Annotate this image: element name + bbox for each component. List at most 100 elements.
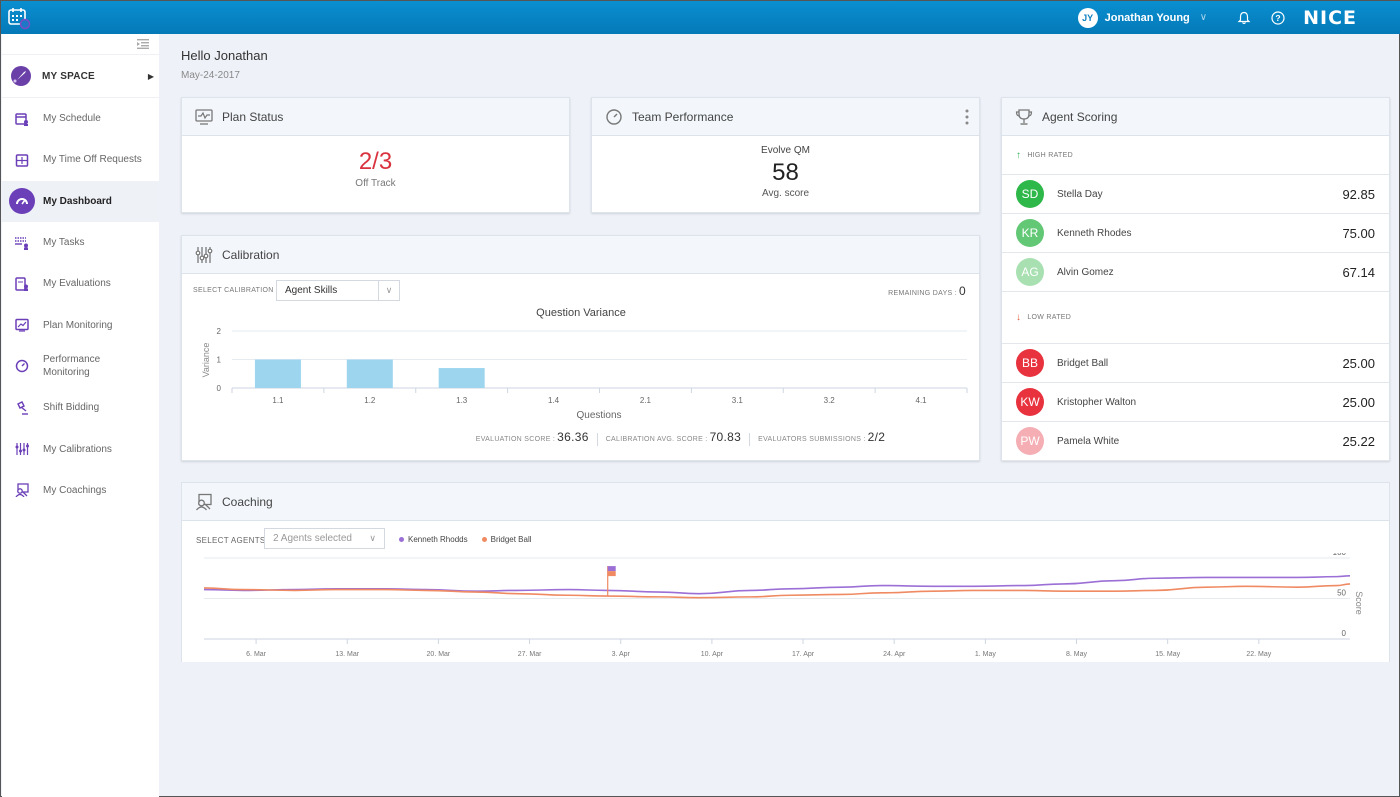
y-tick-label: 50	[1337, 589, 1346, 598]
sidebar-item-label: My Evaluations	[43, 278, 111, 290]
sidebar-item-my-time-off-requests[interactable]: My Time Off Requests	[2, 139, 159, 180]
sidebar-item-label: My Time Off Requests	[43, 154, 142, 166]
calibration-selected-value: Agent Skills	[285, 285, 338, 296]
bar[interactable]	[438, 368, 485, 388]
y-tick-label: 0	[217, 384, 222, 393]
calendar-clock-icon[interactable]	[7, 6, 31, 30]
team-performance-source: Evolve QM	[761, 145, 810, 156]
card-title: Plan Status	[222, 109, 284, 124]
agent-name: Bridget Ball	[1057, 357, 1109, 369]
evaluation-score: EVALUATION SCORE :36.36	[475, 430, 589, 444]
sliders-icon	[15, 443, 29, 456]
arrow-down-icon: ↓	[1016, 312, 1022, 323]
agent-score: 25.00	[1342, 394, 1375, 410]
agent-score: 67.14	[1342, 264, 1375, 280]
sidebar-item-label: My Schedule	[43, 113, 101, 125]
agent-scoring-card: Agent Scoring ↑ HIGH RATED SD Stella Day 9…	[1001, 97, 1390, 461]
sidebar-item-label: Performance Monitoring	[43, 354, 101, 379]
coaching-score-chart: 6. Mar 13. Mar 20. Mar 27. Mar 3. Apr 10. Apr…	[203, 553, 1364, 658]
x-tick-label: 3. Apr	[612, 651, 631, 658]
agent-avatar: KW	[1016, 388, 1044, 416]
svg-text:?: ?	[1275, 13, 1280, 23]
series-line-1[interactable]	[203, 583, 1351, 599]
more-options-icon[interactable]	[965, 109, 969, 125]
user-name[interactable]: Jonathan Young	[1105, 12, 1190, 24]
evaluators-submissions: EVALUATORS SUBMISSIONS :2/2	[758, 430, 886, 444]
bell-icon[interactable]	[1237, 11, 1251, 25]
sidebar-item-my-dashboard[interactable]: My Dashboard	[2, 180, 159, 222]
sidebar-item-my-schedule[interactable]: My Schedule	[2, 98, 159, 139]
chevron-down-icon[interactable]: ∨	[369, 533, 376, 544]
series-line-0[interactable]	[203, 575, 1351, 595]
performance-gauge-icon	[15, 360, 29, 373]
x-axis-title: Questions	[576, 410, 621, 421]
y-axis-title: Variance	[201, 343, 211, 378]
flag-marker[interactable]	[607, 566, 616, 572]
agent-row[interactable]: PW Pamela White 25.22	[1002, 422, 1389, 461]
my-space-label: MY SPACE	[42, 70, 95, 82]
legend-swatch	[481, 537, 487, 542]
bar[interactable]	[346, 359, 393, 389]
brand-logo: NICE	[1303, 6, 1357, 29]
team-performance-card: Team Performance Evolve QM 58 Avg. score	[591, 97, 980, 213]
select-calibration-label: SELECT CALIBRATION	[193, 287, 274, 294]
calibration-stats: EVALUATION SCORE :36.36 CALIBRATION AVG. …	[182, 430, 979, 446]
legend-item[interactable]: Kenneth Rhodds	[399, 535, 468, 544]
collapse-sidebar-icon[interactable]	[137, 39, 149, 49]
sidebar-item-plan-monitoring[interactable]: Plan Monitoring	[2, 304, 159, 345]
chart-legend: Kenneth Rhodds Bridget Ball	[399, 535, 546, 544]
high-rated-label: HIGH RATED	[1027, 151, 1073, 159]
agent-row[interactable]: AG Alvin Gomez 67.14	[1002, 253, 1389, 292]
agent-avatar: AG	[1016, 258, 1044, 286]
card-title: Team Performance	[632, 109, 734, 124]
sidebar-item-my-calibrations[interactable]: My Calibrations	[2, 428, 159, 469]
sidebar-item-label: Plan Monitoring	[43, 319, 113, 331]
sidebar-item-my-evaluations[interactable]: My Evaluations	[2, 263, 159, 304]
sidebar-item-label: My Coachings	[43, 484, 107, 496]
x-tick-label: 6. Mar	[246, 651, 267, 658]
card-header: Agent Scoring	[1002, 98, 1389, 136]
chevron-down-icon[interactable]: ∨	[378, 281, 399, 300]
sidebar-item-performance-monitoring[interactable]: Performance Monitoring	[2, 346, 159, 387]
agent-row[interactable]: KR Kenneth Rhodes 75.00	[1002, 214, 1389, 253]
agent-row[interactable]: BB Bridget Ball 25.00	[1002, 344, 1389, 383]
x-tick-label: 17. Apr	[792, 651, 815, 658]
y-tick-label: 100	[1333, 553, 1347, 557]
agent-row[interactable]: KW Kristopher Walton 25.00	[1002, 383, 1389, 422]
sidebar-nav: My Schedule My Time Off Requests My Dash…	[2, 98, 159, 511]
legend-item[interactable]: Bridget Ball	[481, 535, 532, 544]
time-off-icon	[15, 154, 29, 167]
sidebar-item-label: My Dashboard	[43, 195, 112, 207]
flag-marker[interactable]	[607, 571, 616, 577]
x-tick-label: 1.1	[272, 396, 284, 405]
x-tick-label: 4.1	[916, 396, 928, 405]
sidebar-item-my-tasks[interactable]: My Tasks	[2, 222, 159, 263]
sliders-icon	[195, 246, 213, 263]
x-tick-label: 2.1	[640, 396, 652, 405]
sidebar-item-shift-bidding[interactable]: Shift Bidding	[2, 387, 159, 428]
tasks-icon	[15, 236, 28, 250]
x-tick-label: 15. May	[1155, 651, 1180, 658]
agent-row[interactable]: SD Stella Day 92.85	[1002, 175, 1389, 214]
coaching-icon	[15, 483, 29, 498]
agent-avatar: PW	[1016, 427, 1044, 455]
card-header: Plan Status	[182, 98, 569, 136]
plan-status-value[interactable]: 2/3	[182, 148, 569, 176]
agents-select[interactable]: 2 Agents selected ∨	[264, 528, 385, 549]
sidebar-item-my-coachings[interactable]: My Coachings	[2, 470, 159, 511]
low-rated-section: ↓ LOW RATED	[1002, 292, 1389, 344]
sidebar-item-label: Shift Bidding	[43, 402, 100, 414]
card-title: Coaching	[222, 494, 273, 509]
plan-status-label: Off Track	[355, 178, 396, 189]
bar[interactable]	[254, 359, 301, 389]
calibration-select[interactable]: Agent Skills ∨	[276, 280, 400, 301]
chevron-down-icon[interactable]: ∨	[1200, 12, 1207, 23]
my-space-menu[interactable]: MY SPACE ▶	[2, 54, 159, 98]
calibration-card: Calibration SELECT CALIBRATION Agent Ski…	[181, 235, 980, 461]
x-tick-label: 22. May	[1246, 651, 1271, 658]
help-icon[interactable]: ?	[1271, 10, 1285, 25]
x-tick-label: 13. Mar	[335, 651, 359, 658]
user-avatar[interactable]: JY	[1077, 7, 1098, 28]
top-bar: JY Jonathan Young ∨ ? NICE	[1, 1, 1400, 34]
dashboard-gauge-icon	[16, 198, 28, 205]
